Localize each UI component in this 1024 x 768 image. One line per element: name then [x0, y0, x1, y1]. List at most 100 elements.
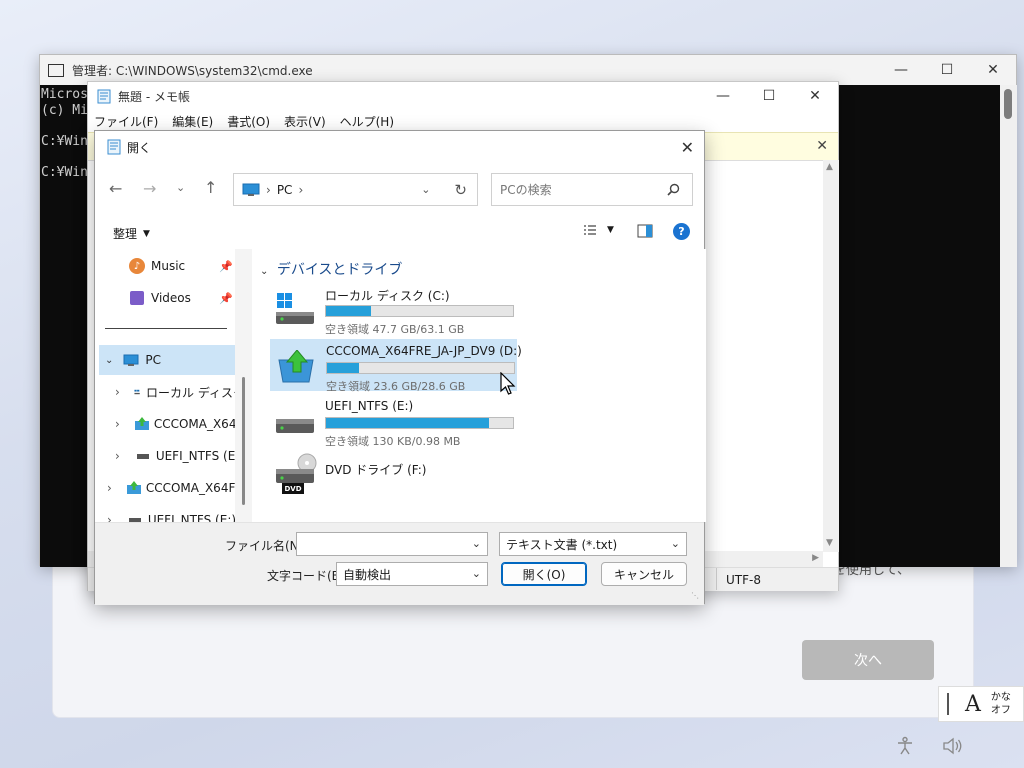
status-divider: [716, 568, 717, 590]
nav-item-uefi-root[interactable]: › UEFI_NTFS (E:): [95, 505, 245, 522]
menu-file[interactable]: ファイル(F): [94, 113, 158, 130]
filetype-value: テキスト文書 (*.txt): [506, 537, 618, 552]
content-pane: ⌄ デバイスとドライブ ローカル ディスク (C:) 空き領域 47.7 GB/…: [252, 249, 706, 522]
nav-item-setup-drive-root[interactable]: › CCCOMA_X64FR: [95, 473, 245, 503]
open-dialog: 開く ✕ ← → ⌄ ↑ › PC › ⌄ ↻ PCの検索 整理 ▼ ▼ ? ♪…: [94, 130, 706, 605]
scroll-down-icon[interactable]: ▼: [826, 538, 833, 548]
nav-item-local-disk[interactable]: › ローカル ディスク: [95, 377, 245, 407]
cmd-app-icon: [48, 63, 64, 77]
nav-item-setup-drive[interactable]: › CCCOMA_X64F: [95, 409, 245, 439]
collapse-chevron-icon[interactable]: ⌄: [105, 355, 113, 366]
drive-usage-fill: [326, 306, 371, 316]
search-box[interactable]: PCの検索: [491, 173, 693, 206]
help-icon[interactable]: ?: [673, 223, 690, 240]
nav-item-uefi[interactable]: › UEFI_NTFS (E:): [95, 441, 245, 471]
refresh-icon[interactable]: ↻: [454, 181, 467, 199]
dialog-footer: ファイル名(N): ⌄ テキスト文書 (*.txt) ⌄ 文字コード(E): 自…: [95, 522, 704, 605]
drive-name: CCCOMA_X64FRE_JA-JP_DV9 (D:): [326, 344, 522, 358]
setup-drive-icon: [134, 417, 149, 430]
breadcrumb-pc[interactable]: PC: [277, 183, 293, 197]
encoding-select[interactable]: 自動検出 ⌄: [336, 562, 488, 586]
notepad-app-icon: [97, 89, 111, 104]
ime-indicator[interactable]: A かな オフ: [938, 686, 1024, 722]
nav-item-videos[interactable]: Videos 📌: [95, 283, 245, 313]
nav-item-label: PC: [145, 353, 162, 367]
encoding-dropdown-icon: ⌄: [471, 567, 481, 580]
drive-free-space: 空き領域 47.7 GB/63.1 GB: [325, 323, 465, 336]
filename-dropdown-icon[interactable]: ⌄: [472, 537, 481, 550]
cmd-scrollbar[interactable]: [1000, 85, 1017, 567]
cancel-button[interactable]: キャンセル: [601, 562, 687, 586]
nav-item-label: Music: [151, 259, 186, 273]
drive-name: UEFI_NTFS (E:): [325, 399, 414, 413]
dialog-close-button[interactable]: ✕: [681, 138, 694, 157]
drive-usage-fill: [326, 418, 489, 428]
notepad-maximize-button[interactable]: ☐: [746, 88, 792, 104]
cmd-maximize-button[interactable]: ☐: [924, 62, 970, 78]
drive-item-c[interactable]: ローカル ディスク (C:) 空き領域 47.7 GB/63.1 GB: [270, 283, 517, 336]
next-button[interactable]: 次へ: [802, 640, 934, 680]
up-arrow-icon[interactable]: ↑: [204, 178, 217, 197]
filename-input[interactable]: ⌄: [296, 532, 488, 556]
devices-group-header[interactable]: ⌄ デバイスとドライブ: [260, 259, 402, 279]
expand-chevron-icon[interactable]: ›: [115, 385, 120, 399]
cmd-minimize-button[interactable]: —: [878, 62, 924, 78]
nav-item-label: UEFI_NTFS (E:): [155, 449, 245, 463]
banner-close-icon[interactable]: ✕: [816, 138, 828, 154]
drive-name: DVD ドライブ (F:): [325, 463, 427, 477]
notepad-titlebar[interactable]: 無題 - メモ帳 — ☐ ✕: [88, 82, 838, 110]
pc-icon: [242, 183, 260, 196]
back-arrow-icon[interactable]: ←: [109, 179, 122, 198]
nav-scroll-thumb[interactable]: [242, 377, 245, 505]
recent-locations-chevron-icon[interactable]: ⌄: [176, 181, 185, 194]
organize-button[interactable]: 整理 ▼: [113, 225, 150, 242]
navigation-bar: ← → ⌄ ↑ › PC › ⌄ ↻ PCの検索: [95, 163, 704, 215]
scroll-up-icon[interactable]: ▲: [826, 162, 833, 172]
preview-pane-icon[interactable]: [637, 224, 653, 238]
open-button[interactable]: 開く(O): [501, 562, 587, 586]
notepad-title: 無題 - メモ帳: [118, 89, 190, 104]
filetype-dropdown-icon: ⌄: [670, 537, 680, 550]
view-options-button[interactable]: ▼: [583, 224, 614, 236]
address-dropdown-icon[interactable]: ⌄: [421, 183, 430, 196]
expand-chevron-icon[interactable]: ›: [115, 449, 120, 463]
filetype-select[interactable]: テキスト文書 (*.txt) ⌄: [499, 532, 687, 556]
expand-chevron-icon[interactable]: ›: [107, 513, 112, 522]
address-bar[interactable]: › PC › ⌄ ↻: [233, 173, 478, 206]
ime-kana-status: かな オフ: [991, 691, 1011, 717]
cmd-close-button[interactable]: ✕: [970, 62, 1016, 78]
expand-chevron-icon[interactable]: ›: [107, 481, 112, 495]
dialog-titlebar[interactable]: 開く ✕: [95, 131, 704, 163]
notepad-menubar: ファイル(F) 編集(E) 書式(O) 表示(V) ヘルプ(H): [88, 110, 838, 132]
nav-pane-scrollbar[interactable]: [235, 249, 252, 522]
dialog-title: 開く: [127, 140, 152, 155]
menu-help[interactable]: ヘルプ(H): [340, 113, 394, 130]
organize-dropdown-icon: ▼: [143, 228, 150, 239]
expand-chevron-icon[interactable]: ›: [115, 417, 120, 431]
drive-item-f[interactable]: DVD DVD ドライブ (F:): [270, 453, 517, 499]
drive-item-d[interactable]: CCCOMA_X64FRE_JA-JP_DV9 (D:) 空き領域 23.6 G…: [270, 339, 522, 393]
accessibility-icon[interactable]: [895, 736, 915, 761]
notepad-close-button[interactable]: ✕: [792, 88, 838, 104]
cmd-title: 管理者: C:\WINDOWS\system32\cmd.exe: [72, 63, 313, 78]
notepad-vertical-scrollbar[interactable]: ▲ ▼: [823, 160, 839, 552]
drive-usage-bar: [326, 362, 515, 374]
scroll-right-icon[interactable]: ▶: [812, 553, 819, 563]
ime-mode-letter: A: [965, 691, 981, 717]
notepad-minimize-button[interactable]: —: [700, 88, 746, 104]
nav-divider: [105, 328, 227, 329]
ime-separator: [947, 693, 949, 715]
volume-icon[interactable]: [942, 737, 964, 760]
navigation-pane: ♪ Music 📌 Videos 📌 ⌄ PC › ローカル ディスク › CC…: [95, 249, 245, 522]
resize-grip-icon[interactable]: ⋱: [691, 591, 699, 600]
drive-item-e[interactable]: UEFI_NTFS (E:) 空き領域 130 KB/0.98 MB: [270, 395, 517, 448]
setup-drive-icon: [126, 481, 141, 494]
nav-item-music[interactable]: ♪ Music 📌: [95, 251, 245, 281]
menu-format[interactable]: 書式(O): [227, 113, 270, 130]
nav-item-pc[interactable]: ⌄ PC: [99, 345, 237, 375]
menu-view[interactable]: 表示(V): [284, 113, 326, 130]
cmd-scroll-thumb[interactable]: [1004, 89, 1012, 119]
drive-free-space: 空き領域 130 KB/0.98 MB: [325, 435, 461, 448]
forward-arrow-icon[interactable]: →: [143, 179, 156, 198]
menu-edit[interactable]: 編集(E): [172, 113, 213, 130]
